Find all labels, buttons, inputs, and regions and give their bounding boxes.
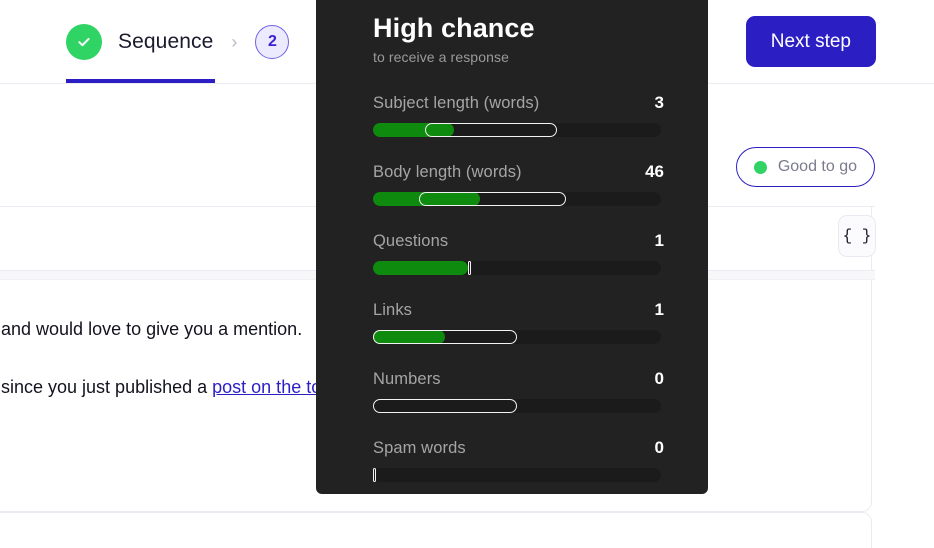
metric-bar bbox=[373, 260, 661, 275]
metric-row: Body length (words) 46 bbox=[373, 162, 664, 206]
status-badge-label: Good to go bbox=[777, 158, 857, 175]
panel-subtitle: to receive a response bbox=[373, 48, 509, 65]
step-label-sequence: Sequence bbox=[118, 29, 214, 53]
step-progress-bar: Sequence › 2 bbox=[66, 0, 290, 83]
metric-label: Subject length (words) bbox=[373, 93, 540, 112]
metric-bar-fill bbox=[373, 122, 454, 137]
body-line-1-text: and would love to give you a mention. bbox=[1, 319, 303, 339]
step-item-sequence[interactable]: Sequence bbox=[66, 23, 214, 60]
metrics-list: Subject length (words) 3 Body length (word… bbox=[373, 93, 664, 482]
next-step-button[interactable]: Next step bbox=[745, 16, 876, 67]
check-circle-icon bbox=[66, 23, 102, 60]
metric-header: Body length (words) 46 bbox=[373, 162, 664, 182]
metric-row: Subject length (words) 3 bbox=[373, 93, 664, 137]
metric-header: Numbers 0 bbox=[373, 369, 664, 389]
metric-header: Questions 1 bbox=[373, 231, 664, 251]
metric-bar bbox=[373, 398, 661, 413]
metric-value: 46 bbox=[645, 161, 664, 181]
insert-variable-button[interactable]: { } bbox=[838, 215, 876, 257]
metric-row: Spam words 0 bbox=[373, 438, 664, 482]
metric-value: 0 bbox=[654, 368, 664, 388]
metric-ideal-range bbox=[373, 467, 376, 482]
metric-row: Questions 1 bbox=[373, 231, 664, 275]
metric-row: Numbers 0 bbox=[373, 369, 664, 413]
metric-value: 3 bbox=[654, 92, 664, 112]
metric-bar bbox=[373, 467, 661, 482]
metric-ideal-range bbox=[373, 398, 517, 413]
metric-bar bbox=[373, 191, 661, 206]
step-number-badge: 2 bbox=[255, 24, 290, 59]
body-inline-link[interactable]: post on the to bbox=[212, 377, 321, 397]
metric-value: 0 bbox=[654, 437, 664, 457]
response-chance-panel: High chance to receive a response Subjec… bbox=[316, 0, 708, 494]
signature-card[interactable] bbox=[0, 512, 872, 548]
metric-header: Subject length (words) 3 bbox=[373, 93, 664, 113]
metric-bar-fill bbox=[373, 329, 445, 344]
metric-label: Numbers bbox=[373, 369, 441, 388]
metric-bar-fill bbox=[373, 191, 480, 206]
metric-value: 1 bbox=[654, 299, 664, 319]
active-step-underline bbox=[66, 79, 215, 83]
metric-header: Links 1 bbox=[373, 300, 664, 320]
panel-title: High chance bbox=[373, 13, 535, 43]
metric-bar-fill bbox=[373, 260, 469, 275]
step-item-2[interactable]: 2 bbox=[255, 24, 290, 59]
metric-label: Body length (words) bbox=[373, 162, 522, 181]
status-badge[interactable]: Good to go bbox=[735, 147, 875, 187]
status-dot-icon bbox=[753, 160, 767, 174]
metric-bar bbox=[373, 329, 661, 344]
metric-row: Links 1 bbox=[373, 300, 664, 344]
metric-label: Spam words bbox=[373, 438, 466, 457]
metric-label: Questions bbox=[373, 231, 449, 250]
metric-value: 1 bbox=[654, 230, 664, 250]
body-line-2-text: since you just published a bbox=[1, 376, 213, 397]
chevron-right-icon: › bbox=[231, 31, 238, 52]
metric-label: Links bbox=[373, 300, 413, 319]
metric-bar bbox=[373, 122, 661, 137]
metric-ideal-range bbox=[468, 260, 472, 275]
metric-header: Spam words 0 bbox=[373, 438, 664, 458]
app-root: Sequence › 2 Next step Good to go { } an… bbox=[0, 0, 934, 548]
